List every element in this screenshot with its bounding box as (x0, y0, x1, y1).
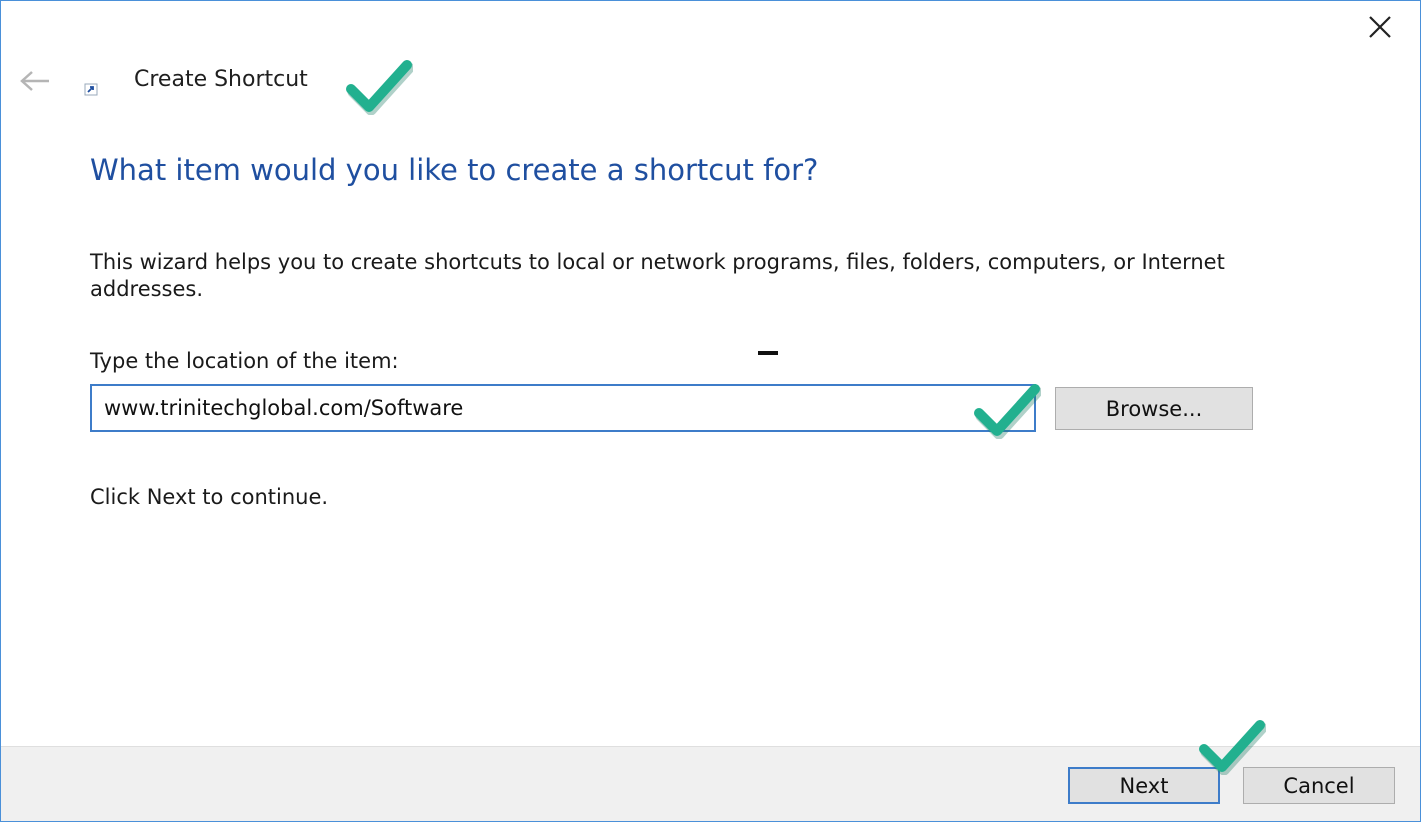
cancel-button[interactable]: Cancel (1243, 767, 1395, 804)
shortcut-icon (84, 83, 98, 96)
page-heading: What item would you like to create a sho… (90, 153, 819, 187)
close-icon (1369, 16, 1391, 38)
cursor-dash (758, 351, 778, 355)
checkmark-icon (346, 60, 413, 115)
browse-button[interactable]: Browse... (1055, 387, 1253, 430)
next-button[interactable]: Next (1068, 767, 1220, 804)
back-arrow-icon (20, 71, 49, 91)
location-input[interactable] (90, 384, 1036, 432)
back-button[interactable] (15, 63, 55, 99)
location-label: Type the location of the item: (90, 349, 399, 373)
continue-instruction: Click Next to continue. (90, 485, 329, 509)
create-shortcut-dialog: Create Shortcut What item would you like… (0, 0, 1421, 822)
dialog-footer: Next Cancel (1, 746, 1420, 821)
wizard-title: Create Shortcut (134, 67, 308, 92)
wizard-description: This wizard helps you to create shortcut… (90, 250, 1225, 301)
close-button[interactable] (1358, 9, 1402, 45)
